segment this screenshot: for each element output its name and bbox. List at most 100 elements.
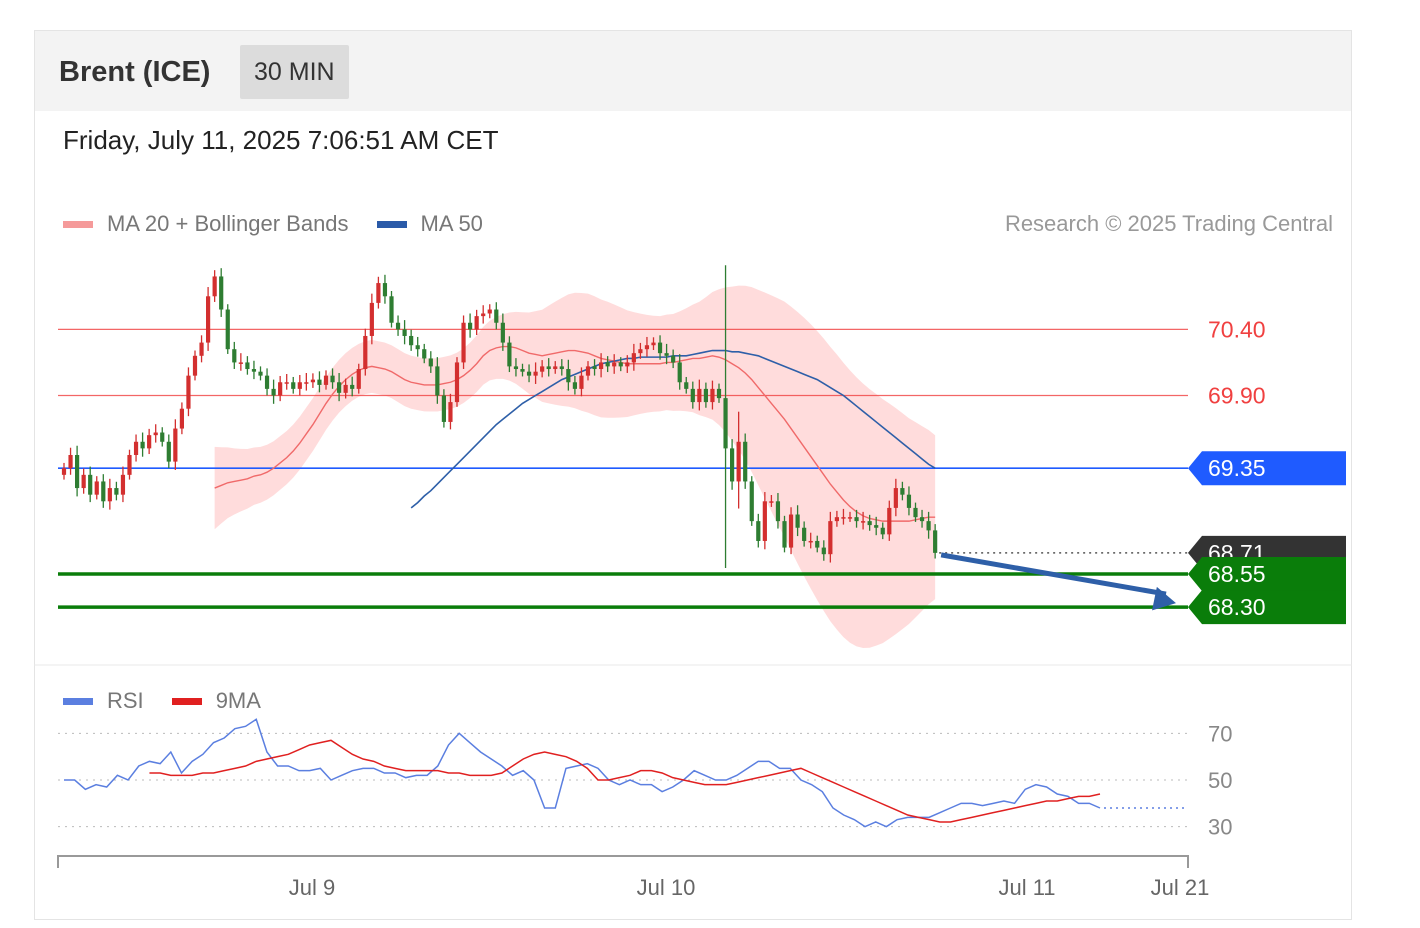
candle-body (428, 358, 433, 367)
candle-body (815, 540, 820, 548)
candle-body (160, 432, 165, 442)
candle-body (402, 329, 407, 336)
candle-body (697, 388, 702, 403)
candle-body (166, 441, 171, 462)
candle-body (782, 521, 787, 548)
candle-body (461, 322, 466, 363)
candle-body (677, 362, 682, 383)
bollinger-band (214, 285, 936, 649)
candle-body (310, 379, 315, 383)
candle-body (749, 481, 754, 522)
x-axis (57, 855, 1189, 868)
candle-body (127, 455, 132, 475)
candle-body (540, 366, 545, 372)
candle-body (271, 388, 276, 396)
candle-body (821, 547, 826, 555)
candle-body (579, 375, 584, 389)
candle-body (441, 395, 446, 422)
candle-body (206, 296, 211, 343)
candle-body (880, 527, 885, 535)
candle-body (690, 388, 695, 403)
candle-body (323, 375, 329, 385)
candle-body (867, 521, 872, 526)
candle-body (219, 276, 224, 310)
candle-body (192, 355, 198, 376)
x-tick-label: Jul 21 (1151, 875, 1210, 900)
candle-body (415, 345, 420, 350)
rsi-tick-label: 70 (1208, 721, 1232, 746)
ma50-price-label: 69.35 (1208, 455, 1266, 481)
rsi-line (64, 718, 1101, 828)
candle-body (841, 517, 846, 519)
candle-body (382, 283, 388, 297)
candle-body (736, 441, 741, 482)
candle-body (743, 441, 748, 482)
candle-body (75, 455, 80, 489)
candle-body (389, 296, 394, 323)
candle-body (834, 517, 839, 522)
candle-body (264, 375, 270, 389)
candle-body (494, 309, 499, 323)
candle-body (566, 369, 571, 383)
candle-body (258, 371, 263, 376)
candle-body (526, 371, 532, 376)
candle-body (350, 384, 355, 389)
candle-body (933, 530, 938, 553)
candle-body (605, 362, 610, 367)
candle-body (684, 382, 689, 389)
candle-body (232, 349, 237, 363)
candle-body (140, 441, 145, 449)
candle-body (238, 362, 243, 364)
x-tick-label: Jul 11 (998, 875, 1055, 900)
candle-body (94, 481, 99, 495)
resistance-label: 70.40 (1208, 316, 1266, 342)
resistance-label: 69.90 (1208, 382, 1266, 408)
candle-body (153, 432, 158, 436)
candle-body (120, 474, 126, 495)
candle-body (769, 501, 774, 503)
candle-body (631, 353, 636, 363)
candle-body (513, 366, 519, 370)
x-tick-label: Jul 10 (637, 875, 696, 900)
x-tick-label: Jul 9 (289, 875, 335, 900)
candle-body (454, 362, 460, 403)
candle-body (585, 366, 591, 376)
candle-body (657, 342, 663, 354)
candle-body (251, 369, 257, 372)
candle-body (802, 527, 807, 541)
candle-body (81, 474, 86, 489)
candle-body (716, 388, 722, 399)
candle-body (297, 382, 302, 389)
candle-body (854, 517, 859, 522)
candle-body (468, 322, 473, 330)
candle-body (487, 309, 492, 314)
candle-body (795, 514, 800, 528)
candle-body (304, 382, 309, 384)
candle-body (448, 402, 453, 422)
candle-body (356, 369, 361, 389)
candle-body (68, 455, 73, 469)
candle-body (376, 283, 381, 303)
candle-body (395, 322, 401, 330)
candle-body (710, 388, 715, 403)
candle-body (808, 540, 813, 543)
candle-body (363, 335, 368, 370)
candle-body (730, 448, 735, 482)
candle-body (625, 362, 630, 367)
candle-body (703, 388, 708, 403)
support-price-label: 68.30 (1208, 594, 1266, 620)
candle-body (481, 313, 486, 317)
candle-body (88, 474, 93, 495)
candle-body (723, 398, 728, 449)
candle-body (133, 441, 139, 455)
candle-body (147, 435, 152, 449)
candle-body (546, 366, 551, 370)
candle-body (559, 366, 564, 370)
candle-body (828, 521, 833, 555)
chart-canvas: 70.4069.9069.3568.7168.5568.30705030Jul … (34, 265, 1352, 900)
candle-body (114, 488, 119, 495)
rsi-tick-label: 30 (1208, 815, 1232, 840)
candle-body (284, 382, 289, 384)
candle-body (664, 353, 669, 356)
candle-body (330, 375, 335, 383)
